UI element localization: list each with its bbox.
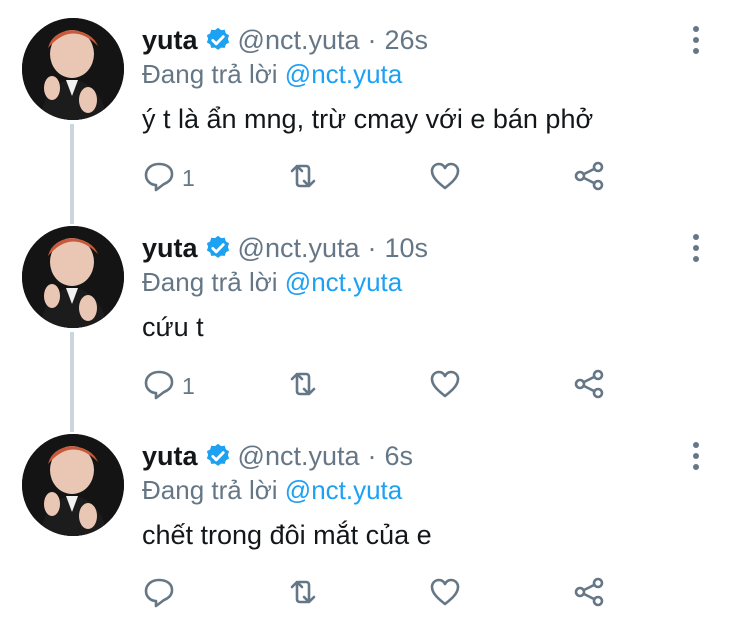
avatar[interactable] <box>22 434 124 536</box>
tweet[interactable]: yuta @nct.yuta · 10s Đang trả lời @nct.y… <box>0 208 750 416</box>
reply-button[interactable]: 1 <box>142 366 195 406</box>
share-button[interactable] <box>572 366 606 406</box>
handle[interactable]: @nct.yuta <box>238 440 360 472</box>
action-bar <box>0 574 750 614</box>
display-name[interactable]: yuta <box>142 24 198 56</box>
tweet-header: yuta @nct.yuta · 6s <box>142 440 413 472</box>
action-bar: 1 <box>0 366 750 406</box>
display-name[interactable]: yuta <box>142 440 198 472</box>
reply-icon <box>142 159 176 198</box>
timestamp[interactable]: 26s <box>385 24 429 56</box>
tweet-text: ý t là ẩn mng, trừ cmay với e bán phở <box>142 104 594 134</box>
share-button[interactable] <box>572 158 606 198</box>
retweet-icon <box>286 575 320 614</box>
separator: · <box>367 25 377 55</box>
like-button[interactable] <box>428 574 462 614</box>
action-bar: 1 <box>0 158 750 198</box>
separator: · <box>367 441 377 471</box>
tweet-header: yuta @nct.yuta · 10s <box>142 232 428 264</box>
replying-to: Đang trả lời @nct.yuta <box>142 474 402 506</box>
verified-badge-icon <box>204 234 232 262</box>
reply-icon <box>142 367 176 406</box>
share-button[interactable] <box>572 574 606 614</box>
timestamp[interactable]: 6s <box>385 440 414 472</box>
avatar[interactable] <box>22 18 124 120</box>
reply-count: 1 <box>182 164 195 191</box>
share-icon <box>572 575 606 614</box>
reply-count: 1 <box>182 372 195 399</box>
like-button[interactable] <box>428 366 462 406</box>
tweet[interactable]: yuta @nct.yuta · 26s Đang trả lời @nct.y… <box>0 0 750 208</box>
reply-button[interactable] <box>142 574 182 614</box>
replying-mention[interactable]: @nct.yuta <box>285 59 402 89</box>
like-button[interactable] <box>428 158 462 198</box>
replying-to: Đang trả lời @nct.yuta <box>142 266 402 298</box>
like-icon <box>428 159 462 198</box>
replying-mention[interactable]: @nct.yuta <box>285 475 402 505</box>
tweet-text: cứu t <box>142 312 204 342</box>
replying-prefix: Đang trả lời <box>142 267 278 297</box>
more-icon[interactable] <box>688 26 704 54</box>
more-icon[interactable] <box>688 442 704 470</box>
replying-prefix: Đang trả lời <box>142 475 278 505</box>
reply-button[interactable]: 1 <box>142 158 195 198</box>
tweet-header: yuta @nct.yuta · 26s <box>142 24 428 56</box>
like-icon <box>428 575 462 614</box>
retweet-button[interactable] <box>286 366 320 406</box>
retweet-icon <box>286 367 320 406</box>
avatar[interactable] <box>22 226 124 328</box>
separator: · <box>367 233 377 263</box>
reply-icon <box>142 575 176 614</box>
handle[interactable]: @nct.yuta <box>238 24 360 56</box>
like-icon <box>428 367 462 406</box>
display-name[interactable]: yuta <box>142 232 198 264</box>
handle[interactable]: @nct.yuta <box>238 232 360 264</box>
verified-badge-icon <box>204 26 232 54</box>
verified-badge-icon <box>204 442 232 470</box>
tweet-text: chết trong đôi mắt của e <box>142 520 432 550</box>
replying-mention[interactable]: @nct.yuta <box>285 267 402 297</box>
timestamp[interactable]: 10s <box>385 232 429 264</box>
tweet[interactable]: yuta @nct.yuta · 6s Đang trả lời @nct.yu… <box>0 416 750 624</box>
retweet-button[interactable] <box>286 158 320 198</box>
retweet-button[interactable] <box>286 574 320 614</box>
retweet-icon <box>286 159 320 198</box>
share-icon <box>572 159 606 198</box>
share-icon <box>572 367 606 406</box>
replying-prefix: Đang trả lời <box>142 59 278 89</box>
more-icon[interactable] <box>688 234 704 262</box>
replying-to: Đang trả lời @nct.yuta <box>142 58 402 90</box>
